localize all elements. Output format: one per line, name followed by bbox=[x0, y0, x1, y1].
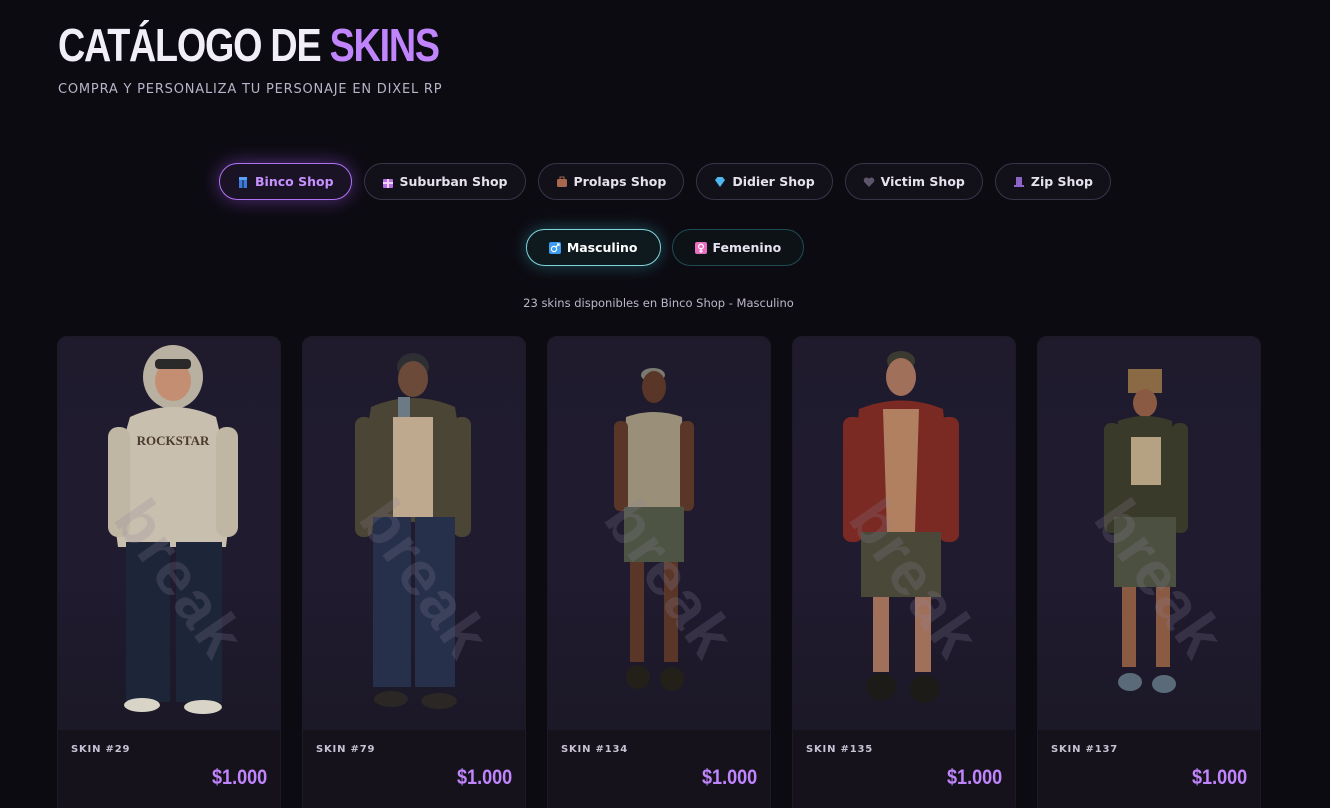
tab-label: Victim Shop bbox=[880, 174, 965, 189]
skin-grid: ROCKSTAR break SKIN #29 $1.000 break SKI… bbox=[57, 336, 1261, 808]
tab-femenino[interactable]: Femenino bbox=[671, 229, 805, 266]
diamond-icon bbox=[714, 176, 726, 188]
skin-label: SKIN #29 bbox=[71, 744, 131, 755]
page-title: CATÁLOGO DE SKINS bbox=[58, 18, 440, 72]
tab-label: Didier Shop bbox=[732, 174, 815, 189]
skin-card[interactable]: break SKIN #135 $1.000 bbox=[792, 336, 1016, 808]
skin-preview-image: ROCKSTAR break bbox=[58, 337, 280, 730]
svg-text:ROCKSTAR: ROCKSTAR bbox=[137, 433, 210, 448]
skin-preview-image: break bbox=[548, 337, 770, 730]
tab-zip-shop[interactable]: Zip Shop bbox=[994, 163, 1111, 200]
tab-didier-shop[interactable]: Didier Shop bbox=[696, 163, 833, 200]
results-count: 23 skins disponibles en Binco Shop - Mas… bbox=[523, 296, 794, 310]
tab-label: Femenino bbox=[712, 240, 782, 255]
gift-icon bbox=[382, 176, 394, 188]
tab-label: Prolaps Shop bbox=[573, 174, 667, 189]
skin-card[interactable]: break SKIN #79 $1.000 bbox=[302, 336, 526, 808]
skin-card[interactable]: break SKIN #137 $1.000 bbox=[1037, 336, 1261, 808]
page-title-accent: SKINS bbox=[329, 19, 440, 71]
skin-label: SKIN #135 bbox=[806, 744, 873, 755]
tab-label: Suburban Shop bbox=[399, 174, 508, 189]
skin-price: $1.000 bbox=[946, 766, 1002, 789]
tab-label: Binco Shop bbox=[255, 174, 334, 189]
card-info: SKIN #137 bbox=[1038, 730, 1260, 769]
skin-card[interactable]: ROCKSTAR break SKIN #29 $1.000 bbox=[57, 336, 281, 808]
female-icon bbox=[694, 241, 707, 254]
tab-binco-shop[interactable]: Binco Shop bbox=[219, 163, 352, 200]
briefcase-icon bbox=[556, 176, 568, 188]
page-header: CATÁLOGO DE SKINS COMPRA Y PERSONALIZA T… bbox=[58, 18, 522, 97]
shop-tabs: Binco Shop Suburban Shop Prolaps Shop Di… bbox=[0, 163, 1330, 200]
skin-preview-image: break bbox=[303, 337, 525, 730]
tab-prolaps-shop[interactable]: Prolaps Shop bbox=[537, 163, 685, 200]
jeans-icon bbox=[237, 176, 249, 188]
tab-victim-shop[interactable]: Victim Shop bbox=[844, 163, 983, 200]
gender-tabs: Masculino Femenino bbox=[0, 229, 1330, 266]
tab-label: Masculino bbox=[566, 240, 638, 255]
heart-icon bbox=[863, 176, 875, 188]
skin-price: $1.000 bbox=[701, 766, 757, 789]
card-info: SKIN #29 bbox=[58, 730, 280, 769]
page-subtitle: COMPRA Y PERSONALIZA TU PERSONAJE EN DIX… bbox=[58, 82, 443, 97]
skin-label: SKIN #79 bbox=[316, 744, 376, 755]
skin-price: $1.000 bbox=[456, 766, 512, 789]
card-info: SKIN #79 bbox=[303, 730, 525, 769]
skin-price: $1.000 bbox=[211, 766, 267, 789]
skin-price: $1.000 bbox=[1191, 766, 1247, 789]
skin-card[interactable]: break SKIN #134 $1.000 bbox=[547, 336, 771, 808]
skin-preview-image: break bbox=[793, 337, 1015, 730]
tab-masculino[interactable]: Masculino bbox=[525, 229, 661, 266]
skin-label: SKIN #134 bbox=[561, 744, 628, 755]
tab-suburban-shop[interactable]: Suburban Shop bbox=[363, 163, 526, 200]
tab-label: Zip Shop bbox=[1030, 174, 1093, 189]
page-title-main: CATÁLOGO DE bbox=[58, 19, 330, 71]
card-info: SKIN #135 bbox=[793, 730, 1015, 769]
male-icon bbox=[548, 241, 561, 254]
card-info: SKIN #134 bbox=[548, 730, 770, 769]
skin-preview-image: break bbox=[1038, 337, 1260, 730]
skin-label: SKIN #137 bbox=[1051, 744, 1118, 755]
hat-icon bbox=[1013, 176, 1025, 188]
